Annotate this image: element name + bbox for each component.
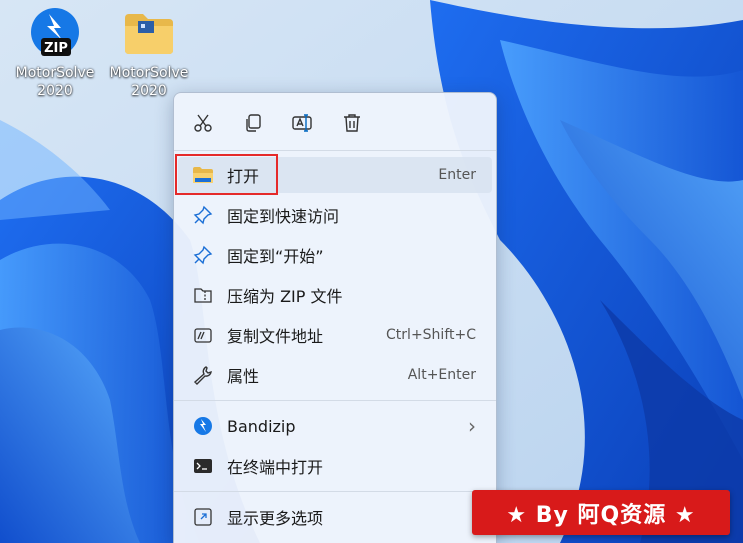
open-highlight-box	[175, 154, 278, 195]
menu-item-pin-start[interactable]: 固定到“开始”	[178, 237, 492, 273]
copy-icon	[246, 114, 261, 132]
bandizip-zip-file-icon: ZIP	[27, 6, 83, 62]
menu-item-label: 压缩为 ZIP 文件	[227, 287, 343, 306]
delete-icon	[344, 114, 360, 132]
separator	[174, 491, 496, 492]
folder-icon	[121, 6, 177, 62]
separator	[174, 150, 496, 151]
pin-start-icon	[191, 243, 215, 267]
wrench-icon	[191, 363, 215, 387]
menu-item-label: 固定到快速访问	[227, 207, 340, 226]
menu-item-label: 固定到“开始”	[227, 247, 324, 266]
menu-item-shortcut: Alt+Enter	[407, 367, 476, 383]
bandizip-icon	[191, 414, 215, 438]
watermark-text: ★ By 阿Q资源 ★	[506, 502, 696, 528]
more-options-icon	[191, 505, 215, 529]
chevron-right-icon: ›	[468, 414, 476, 438]
watermark-banner: ★ By 阿Q资源 ★	[472, 490, 730, 535]
menu-item-properties[interactable]: 属性 Alt+Enter	[178, 357, 492, 393]
menu-item-label: Bandizip	[227, 416, 296, 436]
menu-item-label: 在终端中打开	[227, 458, 324, 477]
menu-item-bandizip[interactable]: Bandizip ›	[178, 408, 492, 444]
terminal-icon	[191, 454, 215, 478]
copy-button[interactable]	[237, 107, 269, 139]
menu-item-copy-path[interactable]: 复制文件地址 Ctrl+Shift+C	[178, 317, 492, 353]
copy-path-icon	[191, 323, 215, 347]
zip-badge-text: ZIP	[44, 41, 68, 56]
rename-icon	[292, 114, 312, 132]
cut-icon	[194, 114, 212, 132]
desktop-icon-motorsolve-zip[interactable]: ZIP MotorSolve 2020	[7, 6, 103, 100]
quick-actions-bar	[174, 103, 496, 143]
separator	[174, 400, 496, 401]
menu-item-label: 属性	[227, 367, 260, 386]
rename-button[interactable]	[286, 107, 318, 139]
delete-button[interactable]	[336, 107, 368, 139]
menu-item-pin-quick-access[interactable]: 固定到快速访问	[178, 197, 492, 233]
menu-item-open-terminal[interactable]: 在终端中打开	[178, 448, 492, 484]
menu-item-show-more-options[interactable]: 显示更多选项	[178, 499, 492, 535]
menu-item-label: 复制文件地址	[227, 327, 324, 346]
menu-item-shortcut: Enter	[438, 167, 476, 183]
zip-compress-icon	[191, 283, 215, 307]
menu-item-compress-zip[interactable]: 压缩为 ZIP 文件	[178, 277, 492, 313]
desktop-icon-label: MotorSolve 2020	[15, 65, 95, 99]
pin-icon	[191, 203, 215, 227]
desktop-icon-motorsolve-folder[interactable]: MotorSolve 2020	[101, 6, 197, 100]
cut-button[interactable]	[187, 107, 219, 139]
menu-item-shortcut: Ctrl+Shift+C	[386, 327, 476, 343]
menu-item-label: 显示更多选项	[227, 509, 324, 528]
